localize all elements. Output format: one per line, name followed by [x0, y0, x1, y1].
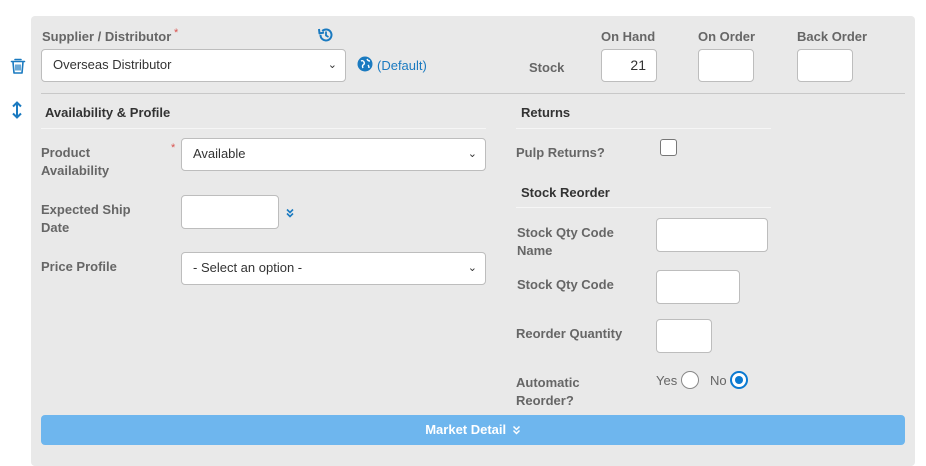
- default-link[interactable]: (Default): [377, 58, 427, 73]
- on-order-header: On Order: [698, 29, 756, 44]
- trash-icon[interactable]: [9, 57, 27, 75]
- on-order-input[interactable]: [698, 49, 754, 82]
- automatic-reorder-label: Automatic Reorder?: [516, 375, 580, 408]
- availability-section-title: Availability & Profile: [45, 105, 171, 120]
- on-hand-input[interactable]: 21: [601, 49, 657, 82]
- history-icon[interactable]: [317, 26, 335, 44]
- supplier-select[interactable]: Overseas Distributor ⌄: [41, 49, 346, 82]
- stock-qty-code-input[interactable]: [656, 270, 740, 304]
- required-mark: *: [171, 142, 176, 154]
- divider: [41, 93, 905, 94]
- back-order-header: Back Order: [797, 29, 868, 44]
- double-chevron-down-icon: [512, 416, 521, 446]
- double-chevron-down-icon[interactable]: [285, 206, 295, 218]
- section-divider: [41, 128, 486, 129]
- chevron-down-icon: ⌄: [327, 59, 337, 71]
- stock-qty-code-name-input[interactable]: [656, 218, 768, 252]
- expected-ship-date-input[interactable]: [181, 195, 279, 229]
- returns-section-title: Returns: [521, 105, 571, 120]
- stock-reorder-section-title: Stock Reorder: [521, 185, 610, 200]
- product-availability-value: Available: [193, 146, 246, 161]
- price-profile-value: - Select an option -: [193, 260, 303, 275]
- pulp-returns-label: Pulp Returns?: [516, 145, 605, 160]
- globe-icon[interactable]: [357, 56, 373, 72]
- on-hand-header: On Hand: [601, 29, 656, 44]
- reorder-quantity-input[interactable]: [656, 319, 712, 353]
- product-availability-label: Product Availability: [41, 145, 110, 178]
- pulp-returns-checkbox[interactable]: [660, 139, 677, 156]
- market-detail-label: Market Detail: [425, 422, 507, 437]
- chevron-down-icon: ⌄: [467, 262, 477, 274]
- supplier-select-value: Overseas Distributor: [53, 57, 172, 72]
- stock-qty-code-name-label: Stock Qty Code Name: [517, 225, 614, 258]
- expected-ship-date-label: Expected Ship Date: [41, 202, 131, 235]
- section-divider: [516, 128, 771, 129]
- auto-reorder-yes-radio[interactable]: [681, 371, 699, 389]
- supplier-label: Supplier / Distributor: [42, 29, 172, 44]
- stock-qty-code-label: Stock Qty Code: [517, 277, 614, 292]
- required-mark: *: [174, 27, 179, 39]
- price-profile-label: Price Profile: [41, 259, 117, 274]
- product-availability-select[interactable]: Available ⌄: [181, 138, 486, 171]
- yes-label: Yes: [656, 373, 678, 388]
- reorder-quantity-label: Reorder Quantity: [516, 326, 623, 341]
- vertical-arrows-icon[interactable]: [10, 101, 24, 119]
- section-divider: [516, 207, 771, 208]
- no-label: No: [710, 373, 727, 388]
- chevron-down-icon: ⌄: [467, 148, 477, 160]
- market-detail-button[interactable]: Market Detail: [41, 415, 905, 445]
- auto-reorder-no-radio[interactable]: [730, 371, 748, 389]
- stock-label: Stock: [529, 60, 565, 75]
- supplier-panel: [31, 16, 915, 466]
- price-profile-select[interactable]: - Select an option - ⌄: [181, 252, 486, 285]
- back-order-input[interactable]: [797, 49, 853, 82]
